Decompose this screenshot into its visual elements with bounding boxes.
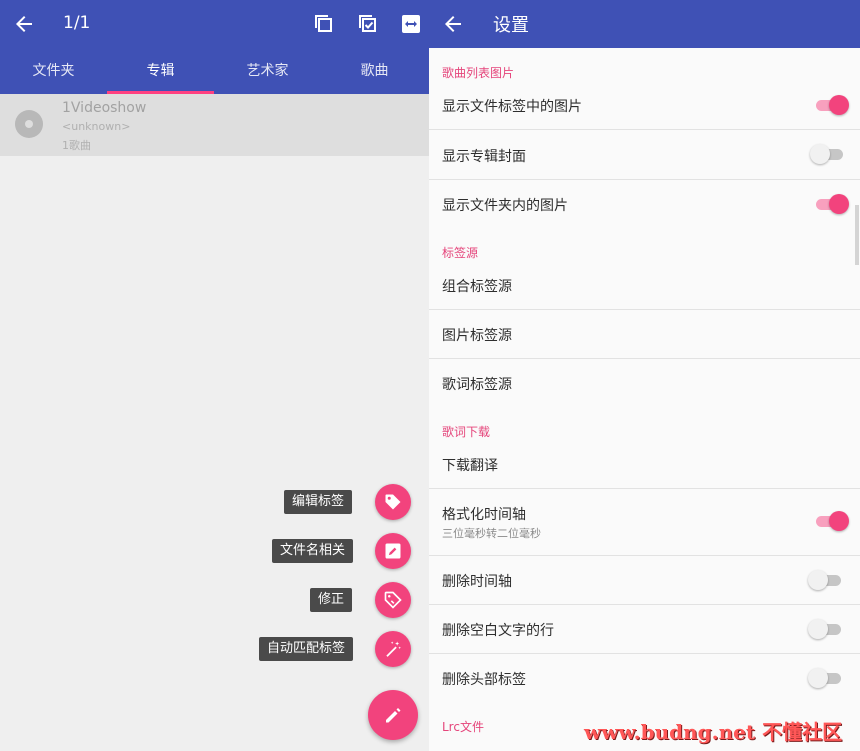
setting-show-folder-image[interactable]: 显示文件夹内的图片	[442, 195, 568, 215]
setting-download-translation[interactable]: 下载翻译	[442, 455, 498, 475]
rename-box-icon	[385, 543, 401, 559]
divider	[429, 555, 860, 556]
setting-show-album-cover[interactable]: 显示专辑封面	[442, 146, 526, 166]
fab-label-filename[interactable]: 文件名相关	[272, 539, 354, 563]
divider	[429, 488, 860, 489]
section-lrc-file: Lrc文件	[442, 720, 484, 734]
setting-format-timeline[interactable]: 格式化时间轴	[442, 504, 526, 524]
section-lyrics-download: 歌词下载	[442, 425, 491, 439]
settings-title: 设置	[493, 15, 529, 36]
tag-outline-icon	[384, 591, 402, 609]
tab-albums[interactable]: 专辑	[107, 48, 214, 94]
divider	[429, 358, 860, 359]
divider	[429, 653, 860, 654]
left-app-bar: 1/1	[0, 0, 429, 48]
tab-folders[interactable]: 文件夹	[0, 48, 107, 94]
edit-tags-fab[interactable]	[375, 484, 411, 520]
fab-label-edit-tags[interactable]: 编辑标签	[284, 490, 353, 514]
edit-fab[interactable]	[368, 690, 418, 740]
album-list-item[interactable]: 1Videoshow <unknown> 1歌曲	[0, 94, 429, 156]
back-arrow-icon[interactable]	[12, 12, 36, 36]
setting-image-tag-source[interactable]: 图片标签源	[442, 325, 512, 345]
section-song-list-images: 歌曲列表图片	[442, 66, 515, 80]
album-artist: <unknown>	[62, 120, 131, 133]
album-title: 1Videoshow	[62, 100, 147, 116]
tag-icon	[385, 494, 401, 510]
watermark: www.budng.net 不懂社区	[584, 720, 843, 744]
left-pane: 1/1 文件夹 专辑 艺术家 歌曲 1Videoshow <unknown> 1…	[0, 0, 429, 751]
setting-delete-timeline[interactable]: 删除时间轴	[442, 571, 512, 591]
setting-format-timeline-summary: 三位毫秒转二位毫秒	[442, 527, 541, 540]
swap-horizontal-icon[interactable]	[399, 12, 423, 36]
back-arrow-icon[interactable]	[441, 12, 465, 36]
scrollbar-thumb[interactable]	[855, 205, 859, 265]
section-tag-sources: 标签源	[442, 246, 479, 260]
disc-icon	[15, 110, 43, 138]
setting-delete-header-tags[interactable]: 删除头部标签	[442, 669, 526, 689]
fab-label-fix[interactable]: 修正	[310, 588, 353, 612]
divider	[429, 604, 860, 605]
setting-combined-tag-source[interactable]: 组合标签源	[442, 276, 512, 296]
divider	[429, 129, 860, 130]
setting-lyrics-tag-source[interactable]: 歌词标签源	[442, 374, 512, 394]
select-all-icon[interactable]	[312, 12, 336, 36]
pencil-icon	[386, 708, 401, 723]
settings-app-bar: 设置	[429, 0, 860, 48]
filename-fab[interactable]	[375, 533, 411, 569]
fix-fab[interactable]	[375, 582, 411, 618]
toggle-show-tag-image[interactable]	[813, 95, 849, 115]
selection-count: 1/1	[63, 13, 91, 33]
toggle-delete-blank-lines[interactable]	[808, 619, 844, 639]
setting-delete-blank-lines[interactable]: 删除空白文字的行	[442, 620, 554, 640]
divider	[429, 309, 860, 310]
divider	[429, 179, 860, 180]
toggle-delete-header-tags[interactable]	[808, 668, 844, 688]
auto-match-fab[interactable]	[375, 631, 411, 667]
tab-songs[interactable]: 歌曲	[321, 48, 428, 94]
tab-artists[interactable]: 艺术家	[214, 48, 321, 94]
setting-show-tag-image[interactable]: 显示文件标签中的图片	[442, 96, 582, 116]
toggle-show-folder-image[interactable]	[813, 194, 849, 214]
left-tabs: 文件夹 专辑 艺术家 歌曲	[0, 48, 429, 94]
toggle-format-timeline[interactable]	[813, 511, 849, 531]
toggle-delete-timeline[interactable]	[808, 570, 844, 590]
fab-label-auto-match[interactable]: 自动匹配标签	[259, 637, 354, 661]
select-check-icon[interactable]	[356, 12, 380, 36]
magic-wand-icon	[386, 641, 401, 657]
album-song-count: 1歌曲	[62, 139, 91, 152]
toggle-show-album-cover[interactable]	[810, 144, 846, 164]
settings-pane: 设置 歌曲列表图片 显示文件标签中的图片 显示专辑封面 显示文件夹内的图片 标签…	[429, 0, 860, 751]
